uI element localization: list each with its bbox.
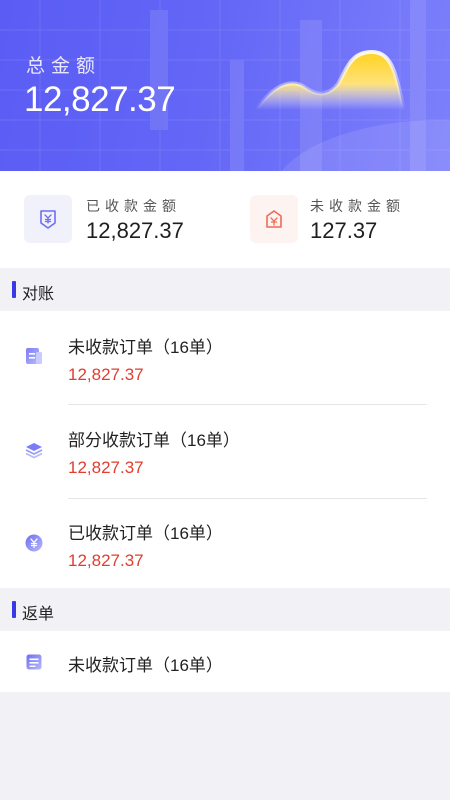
total-amount-value: 12,827.37 [24, 80, 176, 119]
list-item-paid-orders[interactable]: 已收款订单（16单） 12,827.37 [0, 499, 450, 588]
list-item-label: 未收款订单（16单） [68, 338, 223, 357]
list-item-amount: 12,827.37 [68, 365, 144, 384]
list-icon [23, 651, 45, 673]
unreceived-amount-value: 127.37 [310, 218, 378, 243]
list-item-label: 部分收款订单（16单） [68, 431, 240, 450]
reconcile-section-title: 对账 [22, 286, 55, 303]
list-item-amount: 12,827.37 [68, 551, 144, 570]
upload-yuan-icon [250, 195, 298, 243]
received-amount-value: 12,827.37 [86, 218, 184, 243]
returns-list: 未收款订单（16单） [0, 631, 450, 692]
list-item-label: 已收款订单（16单） [68, 524, 223, 543]
list-item-label: 未收款订单（16单） [68, 656, 223, 675]
document-icon [23, 345, 45, 367]
section-accent-bar [12, 601, 16, 618]
reconcile-list: 未收款订单（16单） 12,827.37 部分收款订单（16单） 12,827.… [0, 311, 450, 588]
returns-section-title: 返单 [22, 606, 55, 623]
total-amount-label: 总金额 [26, 56, 102, 77]
total-amount-banner: 总金额 12,827.37 [0, 0, 450, 171]
list-item-unpaid-orders[interactable]: 未收款订单（16单） 12,827.37 [0, 311, 450, 404]
yuan-coin-icon [23, 532, 45, 554]
list-item-amount: 12,827.37 [68, 458, 144, 477]
returns-section-header: 返单 [0, 589, 450, 629]
list-item-return-unpaid-orders[interactable]: 未收款订单（16单） [0, 631, 450, 692]
wave-chart-illustration [254, 49, 406, 112]
amount-summary-panel: 已收款金额 12,827.37 未收款金额 127.37 [0, 171, 450, 268]
reconcile-section-header: 对账 [0, 269, 450, 309]
list-item-partial-orders[interactable]: 部分收款订单（16单） 12,827.37 [0, 405, 450, 498]
unreceived-amount-label: 未收款金额 [310, 198, 405, 214]
section-accent-bar [12, 281, 16, 298]
received-amount-label: 已收款金额 [86, 198, 181, 214]
download-yuan-icon [24, 195, 72, 243]
layers-icon [23, 439, 45, 461]
